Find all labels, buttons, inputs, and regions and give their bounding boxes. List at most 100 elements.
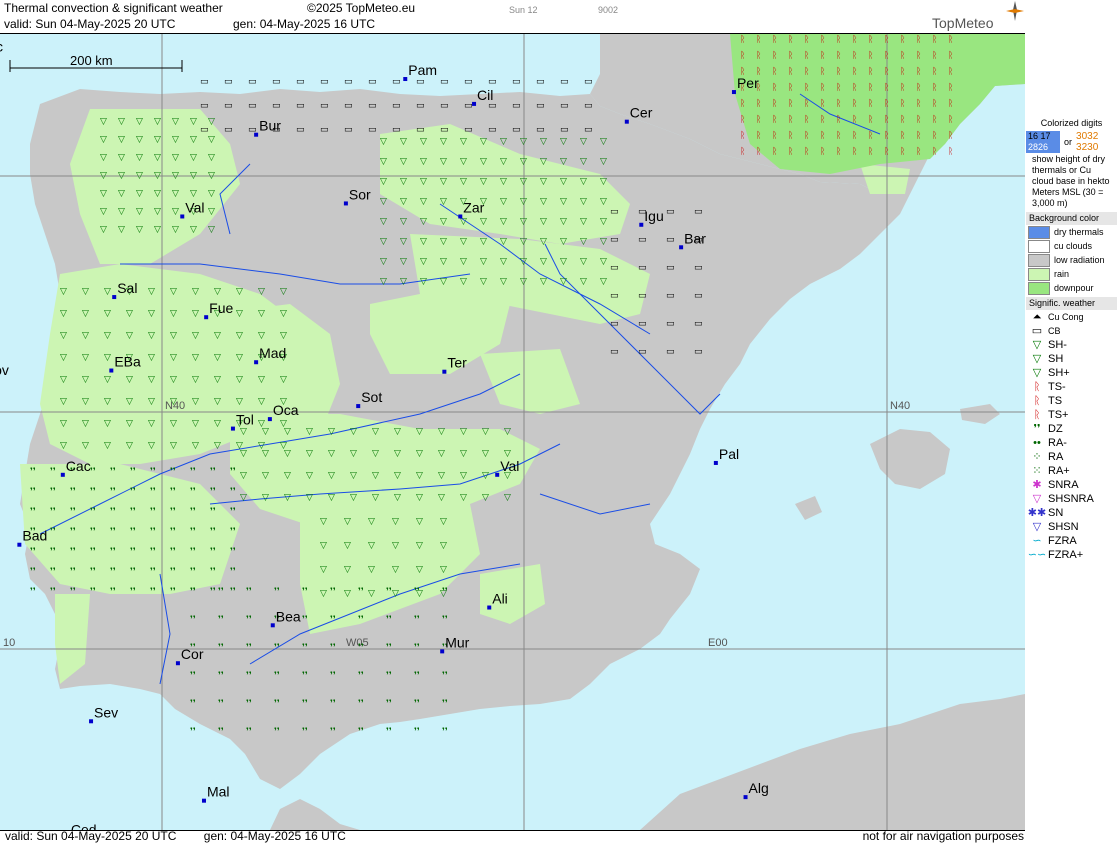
weather-symbol: ❜❜ xyxy=(358,671,364,681)
weather-symbol: ❜❜ xyxy=(442,587,448,597)
weather-symbol: ᚱ xyxy=(884,130,889,141)
weather-symbol: ᚱ xyxy=(756,98,761,109)
weather-symbol: ▽ xyxy=(540,257,547,267)
city-marker xyxy=(180,214,185,219)
legend-weather-icon: ∽∽ xyxy=(1027,548,1047,561)
weather-symbol: ▽ xyxy=(480,237,487,247)
weather-symbol: ▽ xyxy=(190,171,197,181)
legend-bg-item: rain xyxy=(1026,267,1117,281)
weather-symbol: ❜❜ xyxy=(230,487,236,497)
legend-weather-item: ❜❜ DZ xyxy=(1026,422,1117,436)
weather-symbol: ▽ xyxy=(580,177,587,187)
weather-symbol: ❜❜ xyxy=(170,487,176,497)
weather-symbol: ▽ xyxy=(118,135,125,145)
weather-symbol: ▽ xyxy=(416,565,423,575)
weather-symbol: ▽ xyxy=(460,493,467,503)
weather-symbol: ᚱ xyxy=(772,114,777,125)
weather-symbol: ▽ xyxy=(100,189,107,199)
legend-weather-icon: ▭ xyxy=(1031,324,1043,337)
weather-symbol: ▭ xyxy=(666,263,675,273)
weather-map[interactable]: 200 km N40 N40 W05 E00 10 ᚱᚱᚱᚱᚱᚱᚱᚱᚱᚱᚱᚱᚱᚱ… xyxy=(0,33,1025,831)
weather-symbol: ᚱ xyxy=(852,34,857,45)
weather-symbol: ▭ xyxy=(666,235,675,245)
weather-symbol: ▽ xyxy=(208,117,215,127)
weather-symbol: ▽ xyxy=(172,207,179,217)
weather-symbol: ᚱ xyxy=(836,82,841,93)
weather-symbol: ᚱ xyxy=(868,82,873,93)
weather-symbol: ▭ xyxy=(464,77,473,87)
weather-symbol: ❜❜ xyxy=(386,699,392,709)
weather-symbol: ▽ xyxy=(350,493,357,503)
weather-symbol: ❜❜ xyxy=(170,467,176,477)
legend-weather-label: SH xyxy=(1048,352,1064,365)
weather-symbol: ❜❜ xyxy=(130,467,136,477)
city-marker xyxy=(60,472,65,477)
weather-symbol: ❜❜ xyxy=(150,587,156,597)
weather-symbol: ᚱ xyxy=(836,114,841,125)
weather-symbol: ▽ xyxy=(420,237,427,247)
weather-symbol: ❜❜ xyxy=(190,615,196,625)
weather-symbol: ❜❜ xyxy=(130,507,136,517)
city-label: Luc xyxy=(0,38,3,54)
weather-symbol: ▽ xyxy=(500,157,507,167)
weather-symbol: ▽ xyxy=(420,257,427,267)
weather-symbol: ▭ xyxy=(224,101,233,111)
city-marker xyxy=(175,661,180,666)
weather-symbol: ᚱ xyxy=(884,114,889,125)
weather-symbol: ᚱ xyxy=(772,130,777,141)
weather-symbol: ᚱ xyxy=(772,82,777,93)
city-marker xyxy=(204,315,209,320)
weather-symbol: ▽ xyxy=(306,449,313,459)
weather-symbol: ▽ xyxy=(482,449,489,459)
legend-weather-label: SHSN xyxy=(1048,520,1079,533)
weather-symbol: ᚱ xyxy=(772,50,777,61)
weather-symbol: ▽ xyxy=(214,287,221,297)
weather-symbol: ᚱ xyxy=(772,146,777,157)
weather-symbol: ᚱ xyxy=(932,146,937,157)
weather-symbol: ❜❜ xyxy=(170,587,176,597)
weather-symbol: ᚱ xyxy=(932,66,937,77)
city-marker xyxy=(679,245,684,250)
legend-weather-icon: ⁘ xyxy=(1032,450,1042,463)
weather-symbol: ▽ xyxy=(148,331,155,341)
city-label: Val xyxy=(500,458,519,474)
weather-symbol: ▽ xyxy=(60,441,67,451)
weather-symbol: ▽ xyxy=(214,375,221,385)
city-label: Pam xyxy=(408,62,437,78)
weather-symbol: ❜❜ xyxy=(130,547,136,557)
legend-weather-item: ▽ SHSN xyxy=(1026,520,1117,534)
weather-symbol: ▽ xyxy=(400,197,407,207)
weather-symbol: ❜❜ xyxy=(30,487,36,497)
weather-symbol: ▭ xyxy=(392,77,401,87)
legend-bg-items: dry thermals cu clouds low radiation rain do… xyxy=(1026,225,1117,295)
city-label: Alg xyxy=(749,780,769,796)
weather-symbol: ▽ xyxy=(440,157,447,167)
weather-symbol: ❜❜ xyxy=(358,727,364,737)
weather-symbol: ❜❜ xyxy=(386,587,392,597)
weather-symbol: ❜❜ xyxy=(110,567,116,577)
weather-symbol: ❜❜ xyxy=(30,587,36,597)
weather-symbol: ᚱ xyxy=(756,50,761,61)
legend-weather-item: •• RA- xyxy=(1026,436,1117,450)
weather-symbol: ▽ xyxy=(170,441,177,451)
weather-symbol: ▽ xyxy=(560,257,567,267)
weather-symbol: ▽ xyxy=(420,137,427,147)
weather-symbol: ▽ xyxy=(480,157,487,167)
weather-symbol: ▽ xyxy=(440,541,447,551)
weather-symbol: ❜❜ xyxy=(70,587,76,597)
weather-symbol: ▽ xyxy=(104,397,111,407)
weather-symbol: ▽ xyxy=(460,177,467,187)
weather-symbol: ▽ xyxy=(460,471,467,481)
topmeteo-logo[interactable]: TopMeteo xyxy=(932,1,1024,31)
weather-symbol: ❜❜ xyxy=(218,615,224,625)
weather-symbol: ▽ xyxy=(60,353,67,363)
weather-symbol: ▽ xyxy=(380,177,387,187)
weather-symbol: ᚱ xyxy=(772,66,777,77)
weather-symbol: ᚱ xyxy=(820,34,825,45)
city-marker xyxy=(731,90,736,95)
weather-symbol: ▽ xyxy=(100,117,107,127)
legend-description: show height of dry thermals or Cu cloud … xyxy=(1032,154,1110,208)
weather-symbol: ▽ xyxy=(320,517,327,527)
legend-bg-item: low radiation xyxy=(1026,253,1117,267)
legend-weather-label: TS+ xyxy=(1048,408,1069,421)
